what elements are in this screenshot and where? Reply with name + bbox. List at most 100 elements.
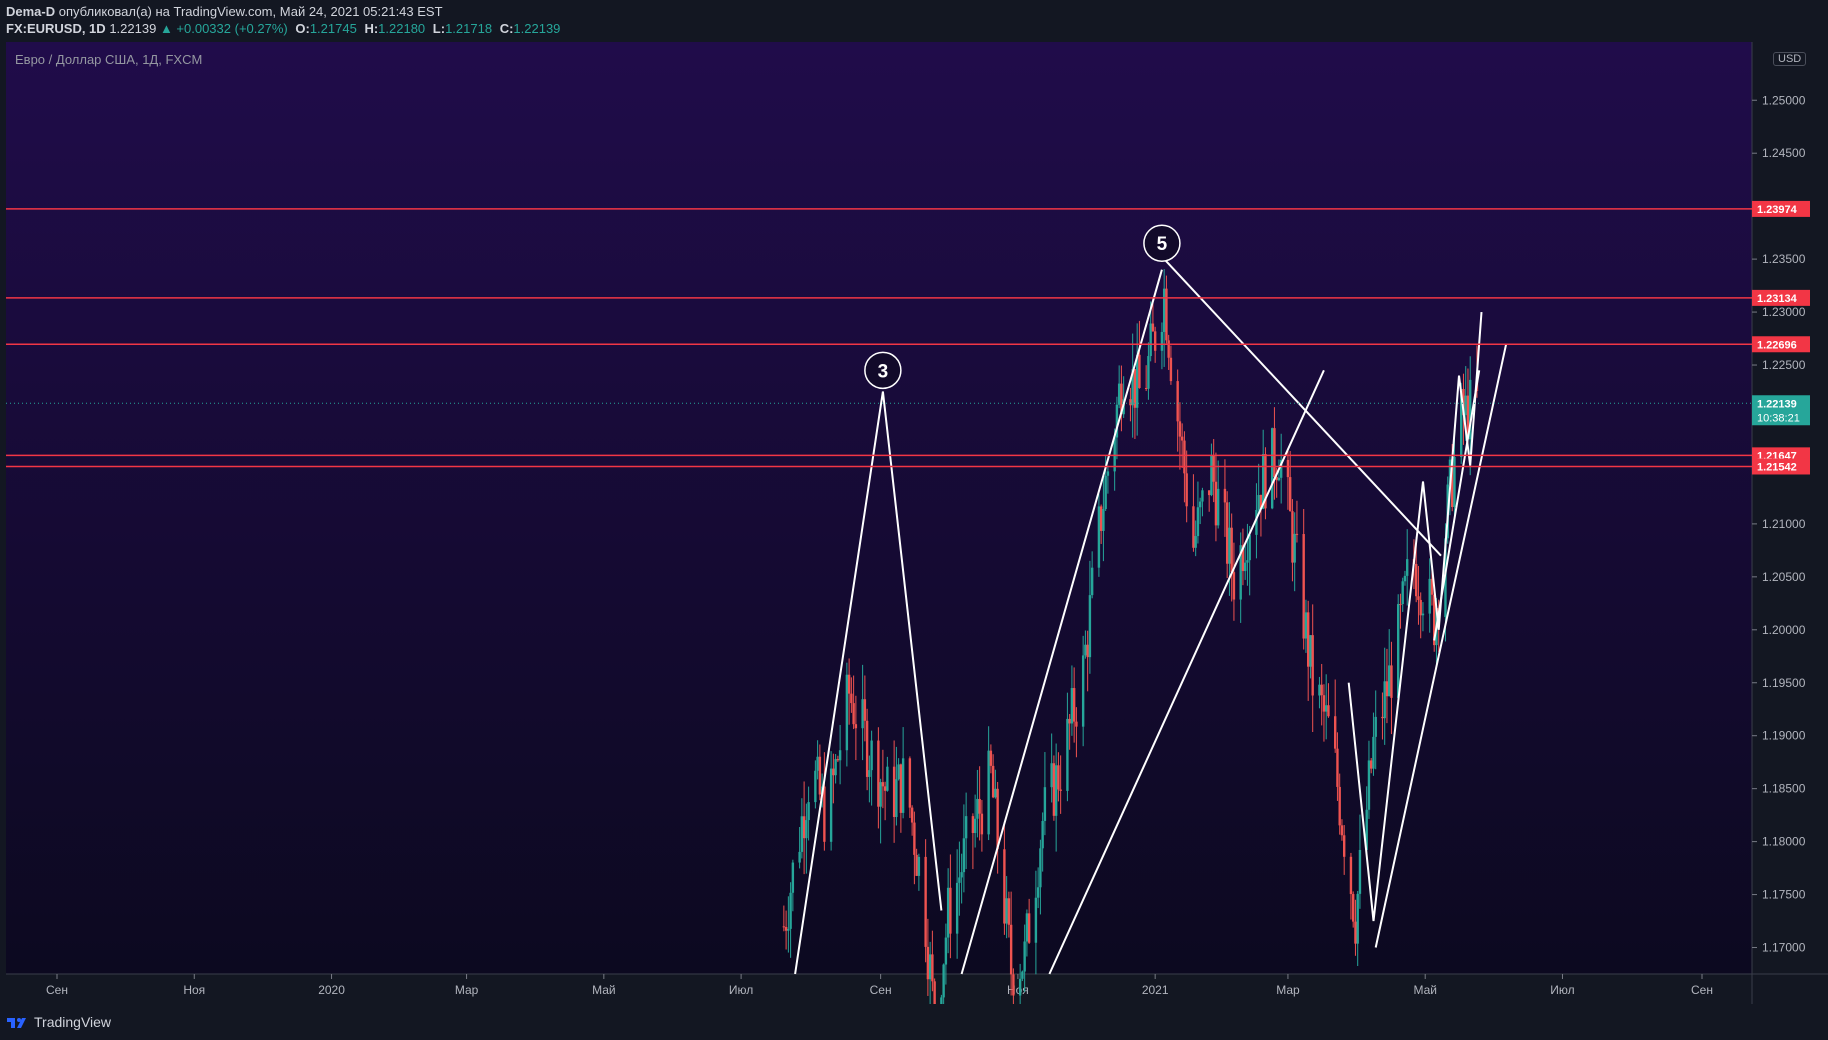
candle-body: [886, 766, 889, 791]
tradingview-brand[interactable]: TradingView: [6, 1014, 111, 1030]
candle-body: [1228, 527, 1231, 564]
candle-body: [784, 927, 788, 931]
candle-body: [1041, 820, 1044, 849]
candle-body: [1043, 787, 1047, 821]
high-label: H:: [364, 21, 379, 36]
candle-body: [1340, 825, 1344, 836]
candle-body: [1068, 718, 1071, 724]
y-tick-label: 1.25000: [1762, 93, 1806, 107]
candle-body: [1406, 559, 1409, 576]
candle-body: [944, 937, 948, 965]
candle-body: [991, 765, 995, 798]
candle-body: [807, 802, 810, 821]
open-label: O:: [295, 21, 310, 36]
candle-body: [949, 887, 952, 934]
candle-body: [865, 720, 869, 777]
candle-body: [1318, 684, 1321, 696]
author-link[interactable]: Dema-D: [6, 4, 55, 19]
candle-body: [1003, 849, 1006, 924]
brand-label: TradingView: [34, 1014, 112, 1030]
candle-body: [1419, 599, 1422, 616]
candle-body: [910, 807, 914, 823]
current-price-label: 1.22139: [1757, 398, 1797, 410]
candle-body: [913, 822, 916, 855]
candle-body: [1210, 455, 1213, 496]
chart-header: Dema-D опубликовал(а) на TradingView.com…: [0, 0, 1828, 42]
candle-body: [870, 740, 873, 771]
chart-title: Евро / Доллар США, 1Д, FXCM: [15, 52, 203, 67]
candle-body: [899, 764, 903, 813]
candle-body: [1070, 688, 1074, 724]
candle-body: [1327, 705, 1330, 717]
candle-body: [1401, 581, 1404, 605]
price-chart[interactable]: 1.25000 1.24500 1.23500 1.23000 1.22500 1.210…: [0, 42, 1828, 1004]
candle-body: [1390, 665, 1393, 698]
candle-body: [1320, 684, 1323, 696]
close-value: 1.22139: [513, 21, 561, 36]
candle-body: [1212, 455, 1215, 482]
currency-badge[interactable]: USD: [1773, 52, 1807, 66]
candle-body: [1081, 655, 1085, 727]
candle-body: [1291, 511, 1294, 563]
candle-body: [1372, 736, 1375, 769]
candle-body: [838, 750, 842, 761]
symbol-label[interactable]: FX:EURUSD, 1D: [6, 21, 106, 36]
wave-label: 3: [878, 361, 889, 382]
candle-body: [1052, 763, 1056, 816]
candle-body: [782, 926, 786, 928]
chart-area[interactable]: 1.25000 1.24500 1.23500 1.23000 1.22500 1.210…: [0, 42, 1828, 1004]
candle-body: [971, 816, 975, 834]
candle-body: [1106, 471, 1110, 476]
candle-body: [1304, 612, 1308, 639]
y-tick-label: 1.18000: [1762, 835, 1806, 849]
candle-body: [1167, 340, 1170, 358]
candle-body: [976, 798, 979, 819]
y-tick-label: 1.18500: [1762, 782, 1806, 796]
candle-body: [989, 750, 993, 766]
candle-body: [1333, 716, 1337, 749]
candle-body: [931, 954, 934, 982]
candle-body: [1027, 913, 1031, 943]
candle-body: [940, 997, 943, 1004]
candle-body: [1293, 533, 1296, 563]
close-label: C:: [499, 21, 514, 36]
candle-body: [1338, 786, 1341, 826]
candle-body: [1383, 681, 1386, 719]
plot-background[interactable]: [6, 42, 1752, 974]
candle-body: [847, 674, 851, 694]
candle-body: [987, 750, 990, 835]
candle-body: [1342, 835, 1346, 857]
countdown-label: 10:38:21: [1757, 412, 1800, 424]
y-tick-label: 1.23000: [1762, 305, 1806, 319]
candle-body: [1185, 473, 1188, 507]
candle-body: [1196, 507, 1200, 537]
candle-body: [1160, 331, 1164, 351]
candle-body: [946, 887, 950, 938]
level-price-label: 1.23974: [1757, 204, 1798, 216]
footer: TradingView: [0, 1004, 1828, 1040]
x-tick-label: Июл: [729, 983, 753, 997]
y-tick-label: 1.20500: [1762, 570, 1806, 584]
candle-body: [1176, 381, 1179, 422]
candle-body: [996, 788, 999, 850]
candle-body: [1464, 395, 1467, 416]
candle-body: [1072, 688, 1076, 722]
candle-body: [915, 854, 918, 876]
candle-body: [883, 786, 887, 791]
low-value: 1.21718: [445, 21, 493, 36]
tradingview-logo-icon: [7, 1018, 26, 1028]
candle-body: [1201, 490, 1204, 502]
candle-body: [1286, 459, 1290, 478]
level-price-label: 1.23134: [1757, 293, 1798, 305]
candle-body: [978, 798, 981, 814]
candle-body: [1075, 721, 1078, 727]
x-tick-label: Мар: [1276, 983, 1300, 997]
candle-body: [1311, 635, 1314, 696]
candle-body: [958, 877, 961, 883]
candle-body: [829, 768, 833, 842]
candle-body: [908, 758, 912, 808]
candle-body: [879, 782, 882, 807]
publish-line: Dema-D опубликовал(а) на TradingView.com…: [6, 4, 443, 19]
candle-body: [1367, 760, 1371, 810]
x-tick-label: Ноя: [1007, 983, 1029, 997]
